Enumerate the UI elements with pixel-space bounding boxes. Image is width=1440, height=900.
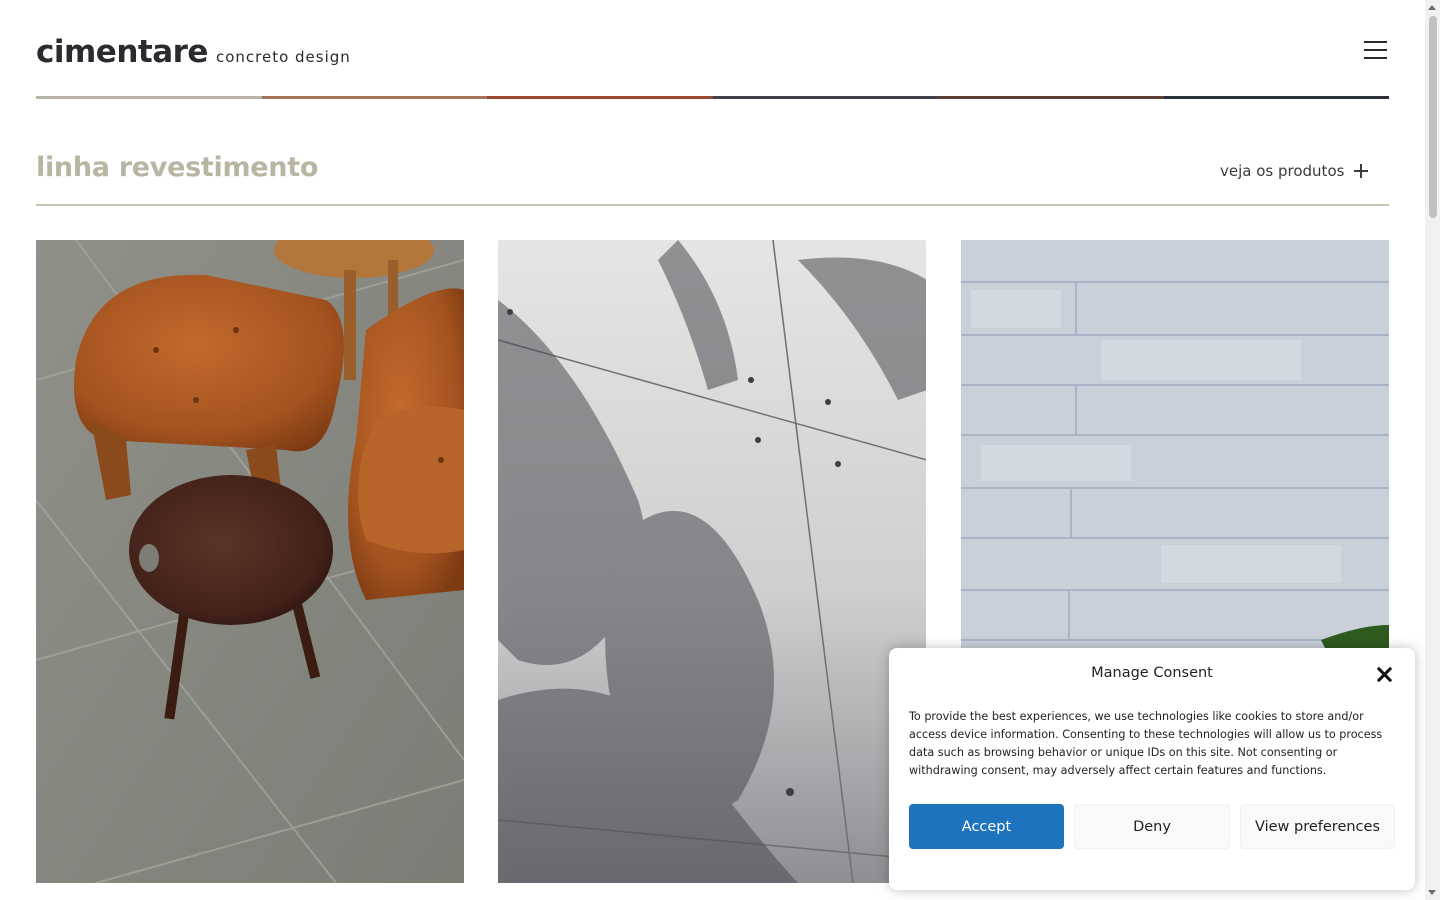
scroll-up-arrow-icon[interactable]: [1428, 5, 1436, 10]
color-segment: [712, 96, 938, 99]
brand-tagline: concreto design: [215, 48, 351, 66]
color-segment: [1163, 96, 1389, 99]
color-segment: [487, 96, 713, 99]
scroll-thumb[interactable]: [1429, 16, 1437, 218]
brand-name: cimentare: [36, 34, 208, 70]
gallery-image-furniture[interactable]: [36, 240, 464, 883]
section-title: linha revestimento: [36, 152, 319, 183]
color-segment: [938, 96, 1164, 99]
close-icon[interactable]: [1376, 666, 1393, 683]
page-scrollbar[interactable]: [1425, 0, 1440, 900]
section-divider: [36, 204, 1389, 206]
color-stripe-divider: [36, 96, 1389, 99]
view-products-label: veja os produtos: [1220, 162, 1345, 180]
view-preferences-button[interactable]: View preferences: [1240, 804, 1395, 849]
cookie-consent-dialog: Manage Consent To provide the best exper…: [889, 648, 1415, 890]
gallery-image-concrete-shadows[interactable]: [498, 240, 926, 883]
scroll-down-arrow-icon[interactable]: [1428, 890, 1436, 895]
plus-icon: [1354, 164, 1369, 178]
color-segment: [36, 96, 262, 99]
view-products-link[interactable]: veja os produtos: [1220, 162, 1369, 180]
consent-title: Manage Consent: [1091, 665, 1213, 681]
color-segment: [261, 96, 487, 99]
consent-message: To provide the best experiences, we use …: [909, 710, 1383, 777]
deny-button[interactable]: Deny: [1074, 804, 1230, 849]
accept-button[interactable]: Accept: [909, 804, 1064, 849]
hamburger-menu-icon[interactable]: [1364, 39, 1388, 61]
site-logo[interactable]: cimentare concreto design: [36, 34, 351, 70]
